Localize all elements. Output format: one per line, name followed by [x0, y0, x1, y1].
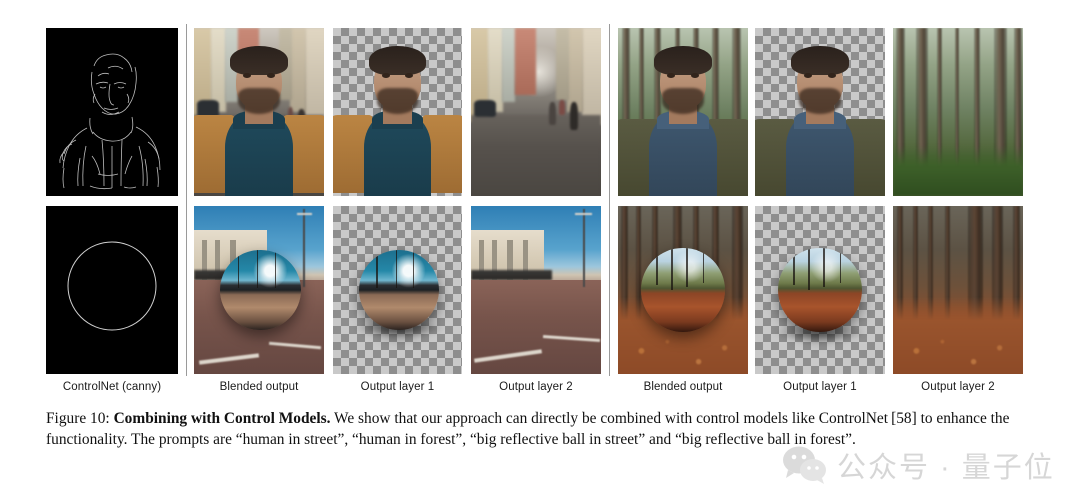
- cell-layer2-autumn-forest-background: [893, 206, 1023, 374]
- cell-canny-edge-portrait: [46, 28, 178, 196]
- canny-portrait-edges: [59, 53, 161, 190]
- cell-layer2-forest-background: [893, 28, 1023, 196]
- figure-number: Figure 10:: [46, 410, 110, 427]
- figure-title: Combining with Control Models.: [113, 410, 331, 427]
- cell-blended-ball-forest: [618, 206, 748, 374]
- column-label-output-layer-1-forest: Output layer 1: [783, 381, 857, 393]
- column-label-output-layer-1-street: Output layer 1: [360, 381, 435, 393]
- mirror-ball-forest: [618, 206, 748, 374]
- cell-layer1-human-forest: [755, 28, 885, 196]
- cell-layer1-ball-forest: [755, 206, 885, 374]
- column-label-blended-output-forest: Blended output: [643, 381, 723, 393]
- street-empty-background: [471, 28, 601, 196]
- mirror-ball-street-cutout: [333, 206, 462, 374]
- cell-blended-human-street: [194, 28, 324, 196]
- person-forest-cutout: [755, 28, 885, 196]
- person-street-cutout: [333, 28, 462, 196]
- figure-caption: Figure 10: Combining with Control Models…: [46, 409, 1034, 450]
- plaza-empty-background: [471, 206, 601, 374]
- watermark-text: 公众号 · 量子位: [837, 452, 1055, 484]
- column-label-blended-output-street: Blended output: [219, 381, 299, 393]
- cell-layer1-human-street: [333, 28, 462, 196]
- person-street-subject: [194, 28, 324, 196]
- column-label-controlnet-canny: ControlNet (canny): [62, 381, 162, 393]
- mirror-ball-forest-cutout: [755, 206, 885, 374]
- column-label-output-layer-2-forest: Output layer 2: [921, 381, 995, 393]
- autumn-forest-empty-background: [893, 206, 1023, 374]
- mirror-ball-street: [194, 206, 324, 374]
- cell-layer2-plaza-background: [471, 206, 601, 374]
- canny-circle-edge: [67, 241, 157, 331]
- cell-blended-human-forest: [618, 28, 748, 196]
- cell-layer1-ball-street: [333, 206, 462, 374]
- person-forest-subject: [618, 28, 748, 196]
- cell-layer2-street-background: [471, 28, 601, 196]
- column-label-output-layer-2-street: Output layer 2: [499, 381, 573, 393]
- panel-divider-left: [186, 24, 187, 376]
- panel-divider-right: [609, 24, 610, 376]
- cell-blended-ball-street: [194, 206, 324, 374]
- cell-canny-edge-circle: [46, 206, 178, 374]
- figure-image-grid: ControlNet (canny) Blended output Output…: [0, 0, 1080, 400]
- forest-empty-background: [893, 28, 1023, 196]
- wechat-icon: [783, 446, 826, 484]
